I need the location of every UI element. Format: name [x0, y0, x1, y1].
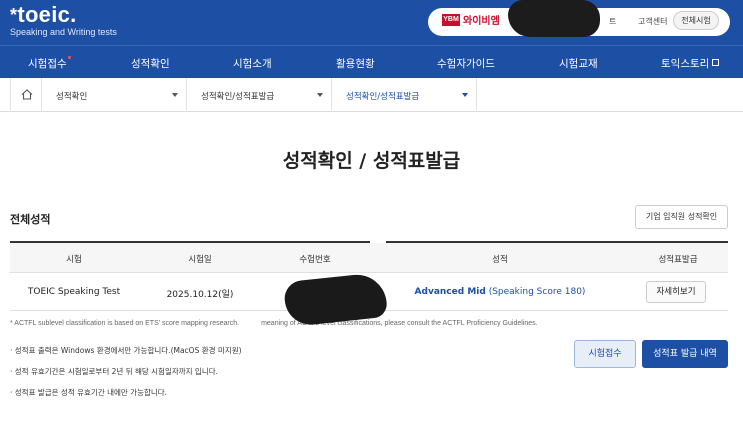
actfl-note: * ACTFL sublevel classification is based…: [10, 320, 538, 327]
chevron-down-icon: [172, 93, 178, 97]
ybm-partner-link[interactable]: YBM 와이비엠: [442, 12, 500, 27]
breadcrumb-item-3[interactable]: 성적확인/성적표발급: [332, 78, 477, 112]
customer-center-link[interactable]: 고객센터: [638, 16, 667, 27]
notice-item: · 성적표 발급은 성적 유효기간 내에만 가능합니다.: [10, 388, 168, 397]
nav-item-registration[interactable]: 시험접수: [28, 56, 71, 71]
view-details-button[interactable]: 자세히보기: [646, 281, 706, 303]
column-header-score: 성적: [492, 255, 508, 265]
ybm-label: 와이비엠: [463, 16, 500, 27]
new-dot-icon: [67, 56, 71, 59]
logo-wordmark: *toeic.: [10, 2, 77, 27]
nav-item-score[interactable]: 성적확인: [131, 56, 170, 71]
breadcrumb: 성적확인 성적확인/성적표발급 성적확인/성적표발급: [0, 78, 743, 112]
chevron-down-icon: [462, 93, 468, 97]
redaction-mark: [508, 0, 600, 37]
toeic-logo[interactable]: *toeic. Speaking and Writing tests: [10, 2, 117, 38]
notice-item: · 성적 유효기간은 시험일로부터 2년 뒤 해당 시험일자까지 입니다.: [10, 367, 219, 376]
column-header-date: 시험일: [188, 255, 212, 265]
page-title: 성적확인 / 성적표발급: [282, 150, 461, 172]
exam-apply-button[interactable]: 시험접수: [574, 340, 636, 368]
nav-item-story[interactable]: 토익스토리: [661, 56, 720, 71]
ybm-logo-icon: YBM: [442, 13, 460, 26]
redaction-mark: [282, 271, 389, 328]
logo-subtitle: Speaking and Writing tests: [10, 27, 117, 37]
external-link-icon: [712, 59, 720, 66]
top-link-partial[interactable]: 트: [609, 16, 616, 27]
column-header-report: 성적표발급: [658, 255, 698, 265]
section-title: 전체성적: [10, 213, 51, 226]
home-button[interactable]: [10, 78, 42, 112]
nav-item-books[interactable]: 시험교재: [559, 56, 598, 71]
column-header-test: 시험: [66, 255, 82, 265]
nav-item-guide[interactable]: 수험자가이드: [437, 56, 495, 71]
table-header: 시험 시험일 수험번호 성적 성적표발급: [10, 243, 728, 273]
notice-item: · 성적표 출력은 Windows 환경에서만 가능합니다.(MacOS 환경 …: [10, 346, 242, 355]
cell-score: Advanced Mid (Speaking Score 180): [414, 287, 586, 297]
corporate-score-button[interactable]: 기업 임직원 성적확인: [635, 205, 728, 229]
main-nav: 시험접수 성적확인 시험소개 활용현황 수험자가이드 시험교재 토익스토리: [0, 45, 743, 78]
report-history-button[interactable]: 성적표 발급 내역: [642, 340, 728, 368]
breadcrumb-item-1[interactable]: 성적확인: [42, 78, 187, 112]
nav-item-about[interactable]: 시험소개: [233, 56, 272, 71]
chevron-down-icon: [317, 93, 323, 97]
breadcrumb-item-2[interactable]: 성적확인/성적표발급: [187, 78, 332, 112]
cell-test: TOEIC Speaking Test: [27, 287, 121, 297]
column-header-reg-no: 수험번호: [299, 255, 331, 265]
home-icon: [21, 89, 33, 100]
all-tests-button[interactable]: 전체시험: [673, 11, 719, 30]
nav-item-usage[interactable]: 활용현황: [336, 56, 375, 71]
cell-date: 2025.10.12(일): [166, 290, 234, 300]
